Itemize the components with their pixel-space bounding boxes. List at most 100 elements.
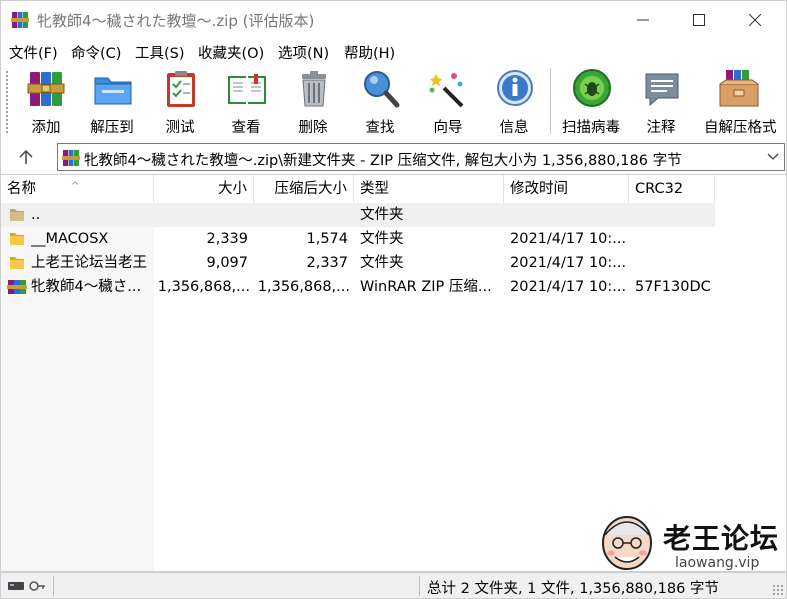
file-name: 牝教師4～穢さ... (31, 279, 142, 295)
toolbar: 添加 解压到 测试 查看 删除 查找 向导 信息 扫描病毒 注释 自解压格式 (0, 64, 787, 140)
column-header-name[interactable]: 名称 ^ (1, 175, 154, 203)
magic-wand-icon (429, 73, 464, 108)
list-header: 名称 ^ 大小 压缩后大小 类型 修改时间 CRC32 (1, 175, 786, 203)
menu-help[interactable]: 帮助(H) (344, 42, 395, 63)
books-add-icon (27, 72, 65, 106)
list-item[interactable]: .. 文件夹 (1, 203, 715, 227)
maximize-icon (693, 14, 705, 26)
maximize-button[interactable] (671, 1, 727, 39)
file-size: 1,356,868,... (157, 279, 250, 295)
column-header-modified[interactable]: 修改时间 (504, 175, 629, 203)
find-label: 查找 (365, 120, 395, 136)
menu-options[interactable]: 选项(N) (278, 42, 329, 63)
column-header-packed[interactable]: 压缩后大小 (254, 175, 354, 203)
folder-icon (10, 257, 24, 269)
virus-scan-icon (573, 69, 611, 107)
status-separator (53, 576, 54, 596)
close-button[interactable] (727, 1, 783, 39)
column-header-type[interactable]: 类型 (354, 175, 504, 203)
info-label: 信息 (499, 120, 529, 136)
column-name-label: 名称 (7, 181, 36, 197)
menu-tools[interactable]: 工具(S) (135, 42, 185, 63)
list-item[interactable]: 上老王论坛当老王 9,097 2,337 文件夹 2021/4/17 10:..… (1, 251, 715, 275)
toolbar-grip[interactable] (5, 70, 9, 134)
delete-label: 删除 (298, 120, 328, 136)
comment-label: 注释 (646, 120, 676, 136)
extract-to-label: 解压到 (90, 120, 134, 136)
file-size: 9,097 (206, 255, 248, 271)
file-packed-size: 1,574 (306, 231, 348, 247)
winrar-app-icon (11, 12, 29, 28)
file-crc: 57F130DC (635, 279, 711, 295)
column-header-crc[interactable]: CRC32 (629, 175, 715, 203)
info-button[interactable]: 信息 (481, 68, 547, 136)
test-button[interactable]: 测试 (147, 68, 213, 136)
status-bar: 总计 2 文件夹, 1 文件, 1,356,880,186 字节 (0, 572, 787, 599)
info-icon (497, 70, 533, 106)
column-header-size[interactable]: 大小 (154, 175, 254, 203)
resize-grip[interactable] (772, 584, 784, 596)
file-list[interactable]: 名称 ^ 大小 压缩后大小 类型 修改时间 CRC32 .. 文件夹 __MAC… (0, 174, 787, 572)
arrow-up-icon (19, 149, 33, 164)
minimize-button[interactable] (615, 1, 671, 39)
up-folder-button[interactable] (9, 144, 43, 170)
scan-virus-label: 扫描病毒 (562, 120, 620, 136)
path-text: 牝教師4～穢された教壇～.zip\新建文件夹 - ZIP 压缩文件, 解包大小为… (84, 153, 682, 169)
file-name: __MACOSX (31, 231, 109, 247)
folder-extract-icon (94, 77, 132, 105)
menu-favorites[interactable]: 收藏夹(O) (198, 42, 264, 63)
file-size: 2,339 (206, 231, 248, 247)
sfx-label: 自解压格式 (704, 120, 777, 136)
file-type: 文件夹 (360, 207, 404, 223)
sfx-box-icon (719, 70, 759, 107)
delete-button[interactable]: 删除 (280, 68, 346, 136)
file-modified: 2021/4/17 10:... (510, 231, 627, 247)
wizard-button[interactable]: 向导 (415, 68, 481, 136)
file-type: 文件夹 (360, 255, 404, 271)
view-label: 查看 (231, 120, 261, 136)
drive-key-icon[interactable] (7, 578, 47, 594)
find-button[interactable]: 查找 (347, 68, 413, 136)
sort-ascending-icon: ^ (71, 181, 80, 192)
file-type: 文件夹 (360, 231, 404, 247)
window-title: 牝教師4～穢された教壇～.zip (评估版本) (37, 12, 315, 30)
sfx-button[interactable]: 自解压格式 (704, 68, 777, 136)
file-name: 上老王论坛当老王 (31, 255, 147, 271)
file-packed-size: 2,337 (306, 255, 348, 271)
scan-virus-button[interactable]: 扫描病毒 (558, 68, 624, 136)
close-icon (749, 14, 761, 26)
watermark-title: 老王论坛 (663, 522, 780, 555)
magnifier-find-icon (364, 71, 400, 108)
trash-can-icon (302, 71, 326, 107)
parent-folder-icon (10, 209, 24, 221)
winrar-archive-icon (7, 280, 27, 294)
view-button[interactable]: 查看 (213, 68, 279, 136)
watermark: 老王论坛 laowang.vip (597, 513, 783, 571)
old-man-face-logo (602, 516, 652, 570)
toolbar-separator (550, 68, 551, 134)
winrar-archive-icon (62, 150, 80, 166)
watermark-url: laowang.vip (675, 555, 760, 571)
file-packed-size: 1,356,868,... (257, 279, 350, 295)
menu-bar: 文件(F) 命令(C) 工具(S) 收藏夹(O) 选项(N) 帮助(H) (0, 38, 787, 64)
comment-button[interactable]: 注释 (628, 68, 694, 136)
test-label: 测试 (165, 120, 195, 136)
file-type: WinRAR ZIP 压缩... (360, 279, 492, 295)
folder-icon (10, 233, 24, 245)
extract-to-button[interactable]: 解压到 (79, 68, 145, 136)
status-separator (419, 576, 420, 596)
list-item[interactable]: 牝教師4～穢さ... 1,356,868,... 1,356,868,... W… (1, 275, 715, 299)
address-row: 牝教師4～穢された教壇～.zip\新建文件夹 - ZIP 压缩文件, 解包大小为… (0, 140, 787, 174)
add-button[interactable]: 添加 (13, 68, 79, 136)
menu-commands[interactable]: 命令(C) (71, 42, 121, 63)
open-book-view-icon (228, 74, 266, 104)
clipboard-test-icon (167, 71, 195, 107)
wizard-label: 向导 (433, 120, 463, 136)
chevron-down-icon[interactable] (766, 150, 780, 164)
file-name: .. (31, 207, 41, 223)
status-summary: 总计 2 文件夹, 1 文件, 1,356,880,186 字节 (427, 581, 719, 597)
path-combobox[interactable]: 牝教師4～穢された教壇～.zip\新建文件夹 - ZIP 压缩文件, 解包大小为… (57, 143, 785, 171)
add-label: 添加 (31, 120, 61, 136)
list-item[interactable]: __MACOSX 2,339 1,574 文件夹 2021/4/17 10:..… (1, 227, 715, 251)
menu-file[interactable]: 文件(F) (9, 42, 58, 63)
